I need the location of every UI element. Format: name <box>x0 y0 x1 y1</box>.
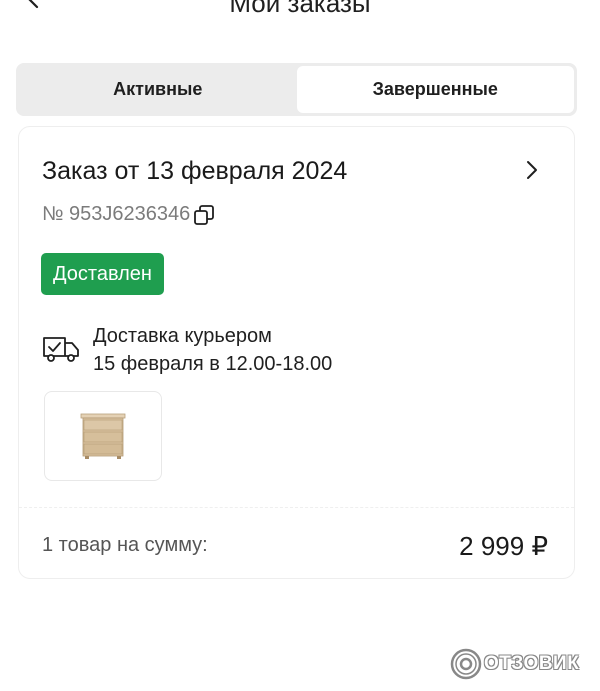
otzovik-logo-icon <box>450 648 482 680</box>
watermark-text: ОТЗОВИК <box>484 653 580 674</box>
order-title: Заказ от 13 февраля 2024 <box>42 157 348 185</box>
delivery-info: Доставка курьером 15 февраля в 12.00-18.… <box>41 322 332 378</box>
divider <box>19 507 574 508</box>
delivery-method: Доставка курьером <box>93 325 272 347</box>
product-thumbnail[interactable] <box>44 391 162 481</box>
header: Мои заказы <box>0 0 600 20</box>
total-value: 2 999 ₽ <box>459 531 548 561</box>
order-card[interactable]: Заказ от 13 февраля 2024 № 953J6236346 Д… <box>18 126 575 579</box>
tab-completed[interactable]: Завершенные <box>296 66 574 113</box>
status-badge: Доставлен <box>41 253 164 295</box>
tab-active[interactable]: Активные <box>19 66 297 113</box>
total-label: 1 товар на сумму: <box>42 534 208 556</box>
copy-icon[interactable] <box>193 204 215 226</box>
delivery-time: 15 февраля в 12.00-18.00 <box>93 353 333 375</box>
order-number: № 953J6236346 <box>42 203 191 225</box>
delivery-truck-icon <box>43 337 79 362</box>
watermark: ОТЗОВИК <box>450 648 579 680</box>
page-title: Мои заказы <box>229 0 371 18</box>
dresser-image <box>80 413 126 459</box>
order-tabs: Активные Завершенные <box>16 63 577 116</box>
order-number-row: № 953J6236346 <box>42 203 215 226</box>
chevron-right-icon[interactable] <box>522 157 542 183</box>
